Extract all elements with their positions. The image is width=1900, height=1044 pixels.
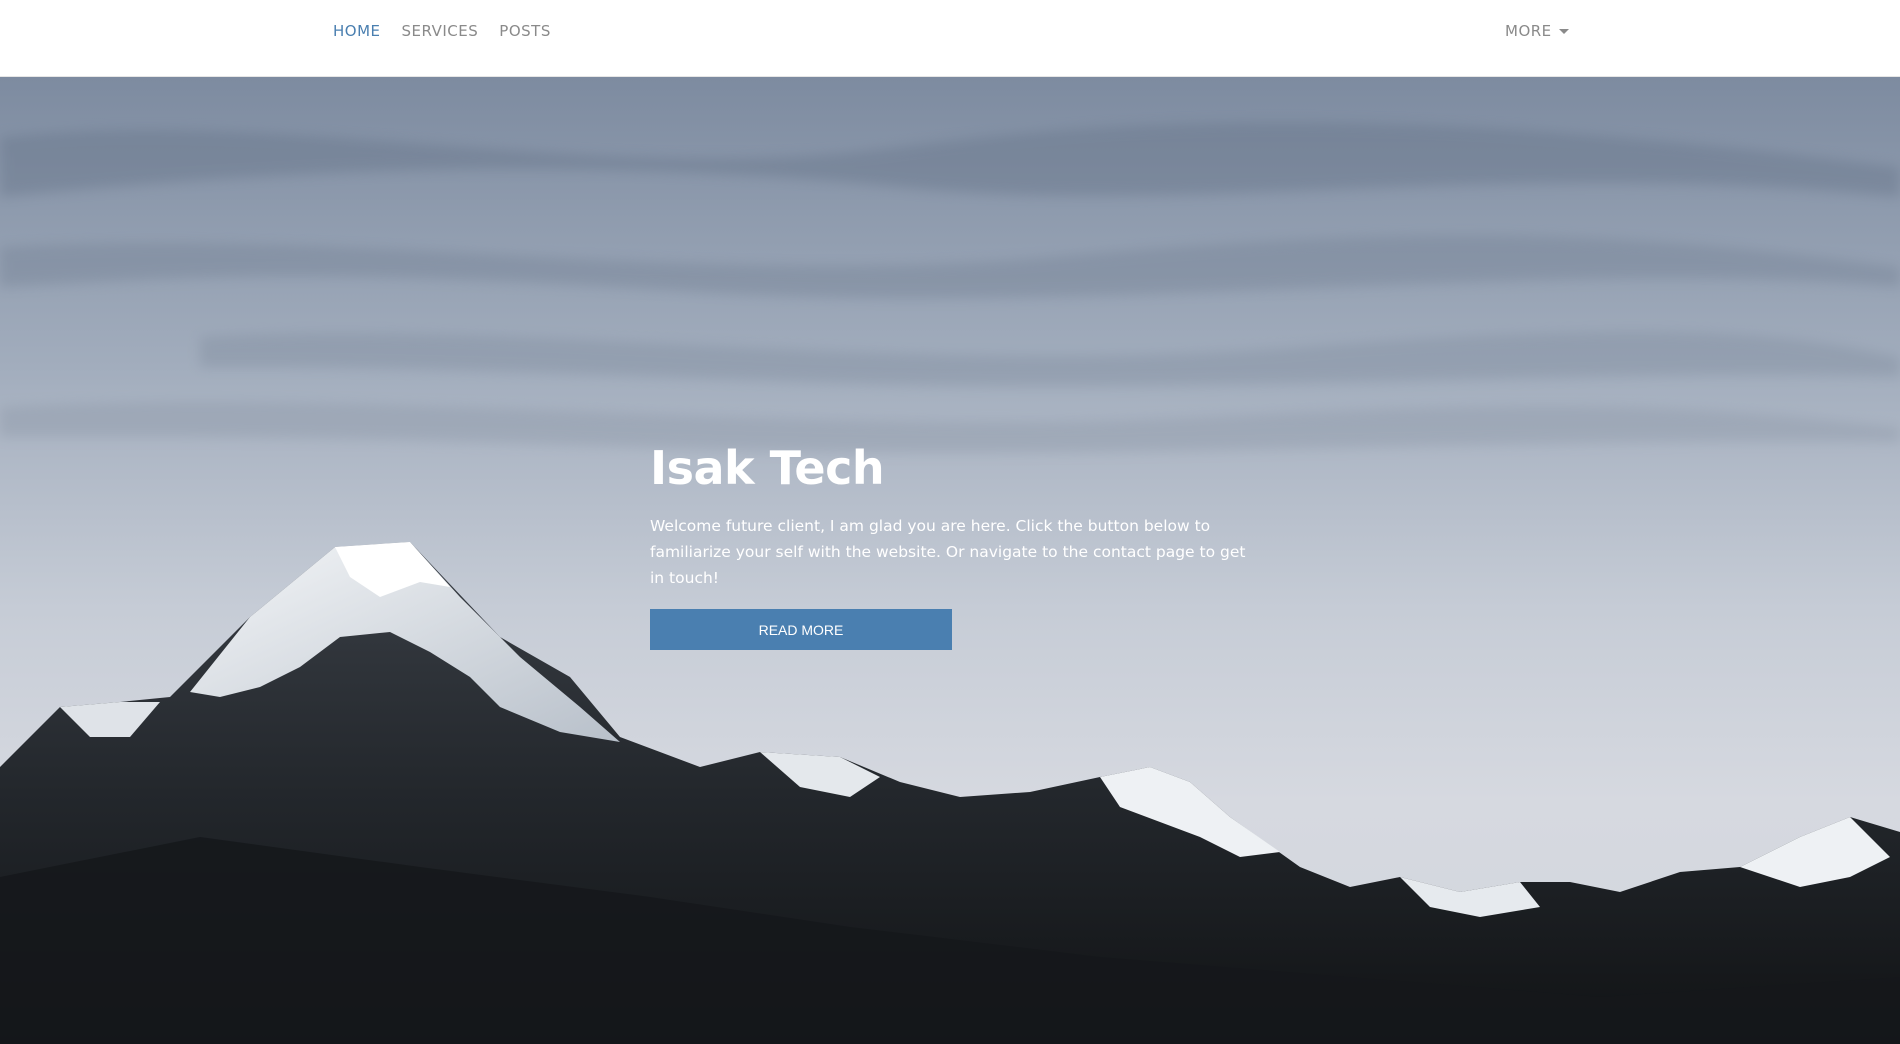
- hero-section: Isak Tech Welcome future client, I am gl…: [0, 77, 1900, 1044]
- more-dropdown-label: MORE: [1505, 22, 1552, 40]
- caret-down-icon: [1558, 28, 1569, 34]
- hero-description: Welcome future client, I am glad you are…: [650, 517, 1246, 587]
- read-more-button[interactable]: READ MORE: [650, 609, 952, 650]
- main-nav: HOME SERVICES POSTS: [333, 22, 551, 40]
- hero-title: Isak Tech: [650, 441, 885, 495]
- nav-link-services[interactable]: SERVICES: [402, 22, 479, 40]
- nav-link-home[interactable]: HOME: [333, 22, 381, 40]
- top-navbar: HOME SERVICES POSTS MORE: [0, 0, 1900, 77]
- more-dropdown[interactable]: MORE: [1505, 22, 1569, 40]
- hero-content: Isak Tech Welcome future client, I am gl…: [650, 441, 1270, 650]
- nav-link-posts[interactable]: POSTS: [499, 22, 551, 40]
